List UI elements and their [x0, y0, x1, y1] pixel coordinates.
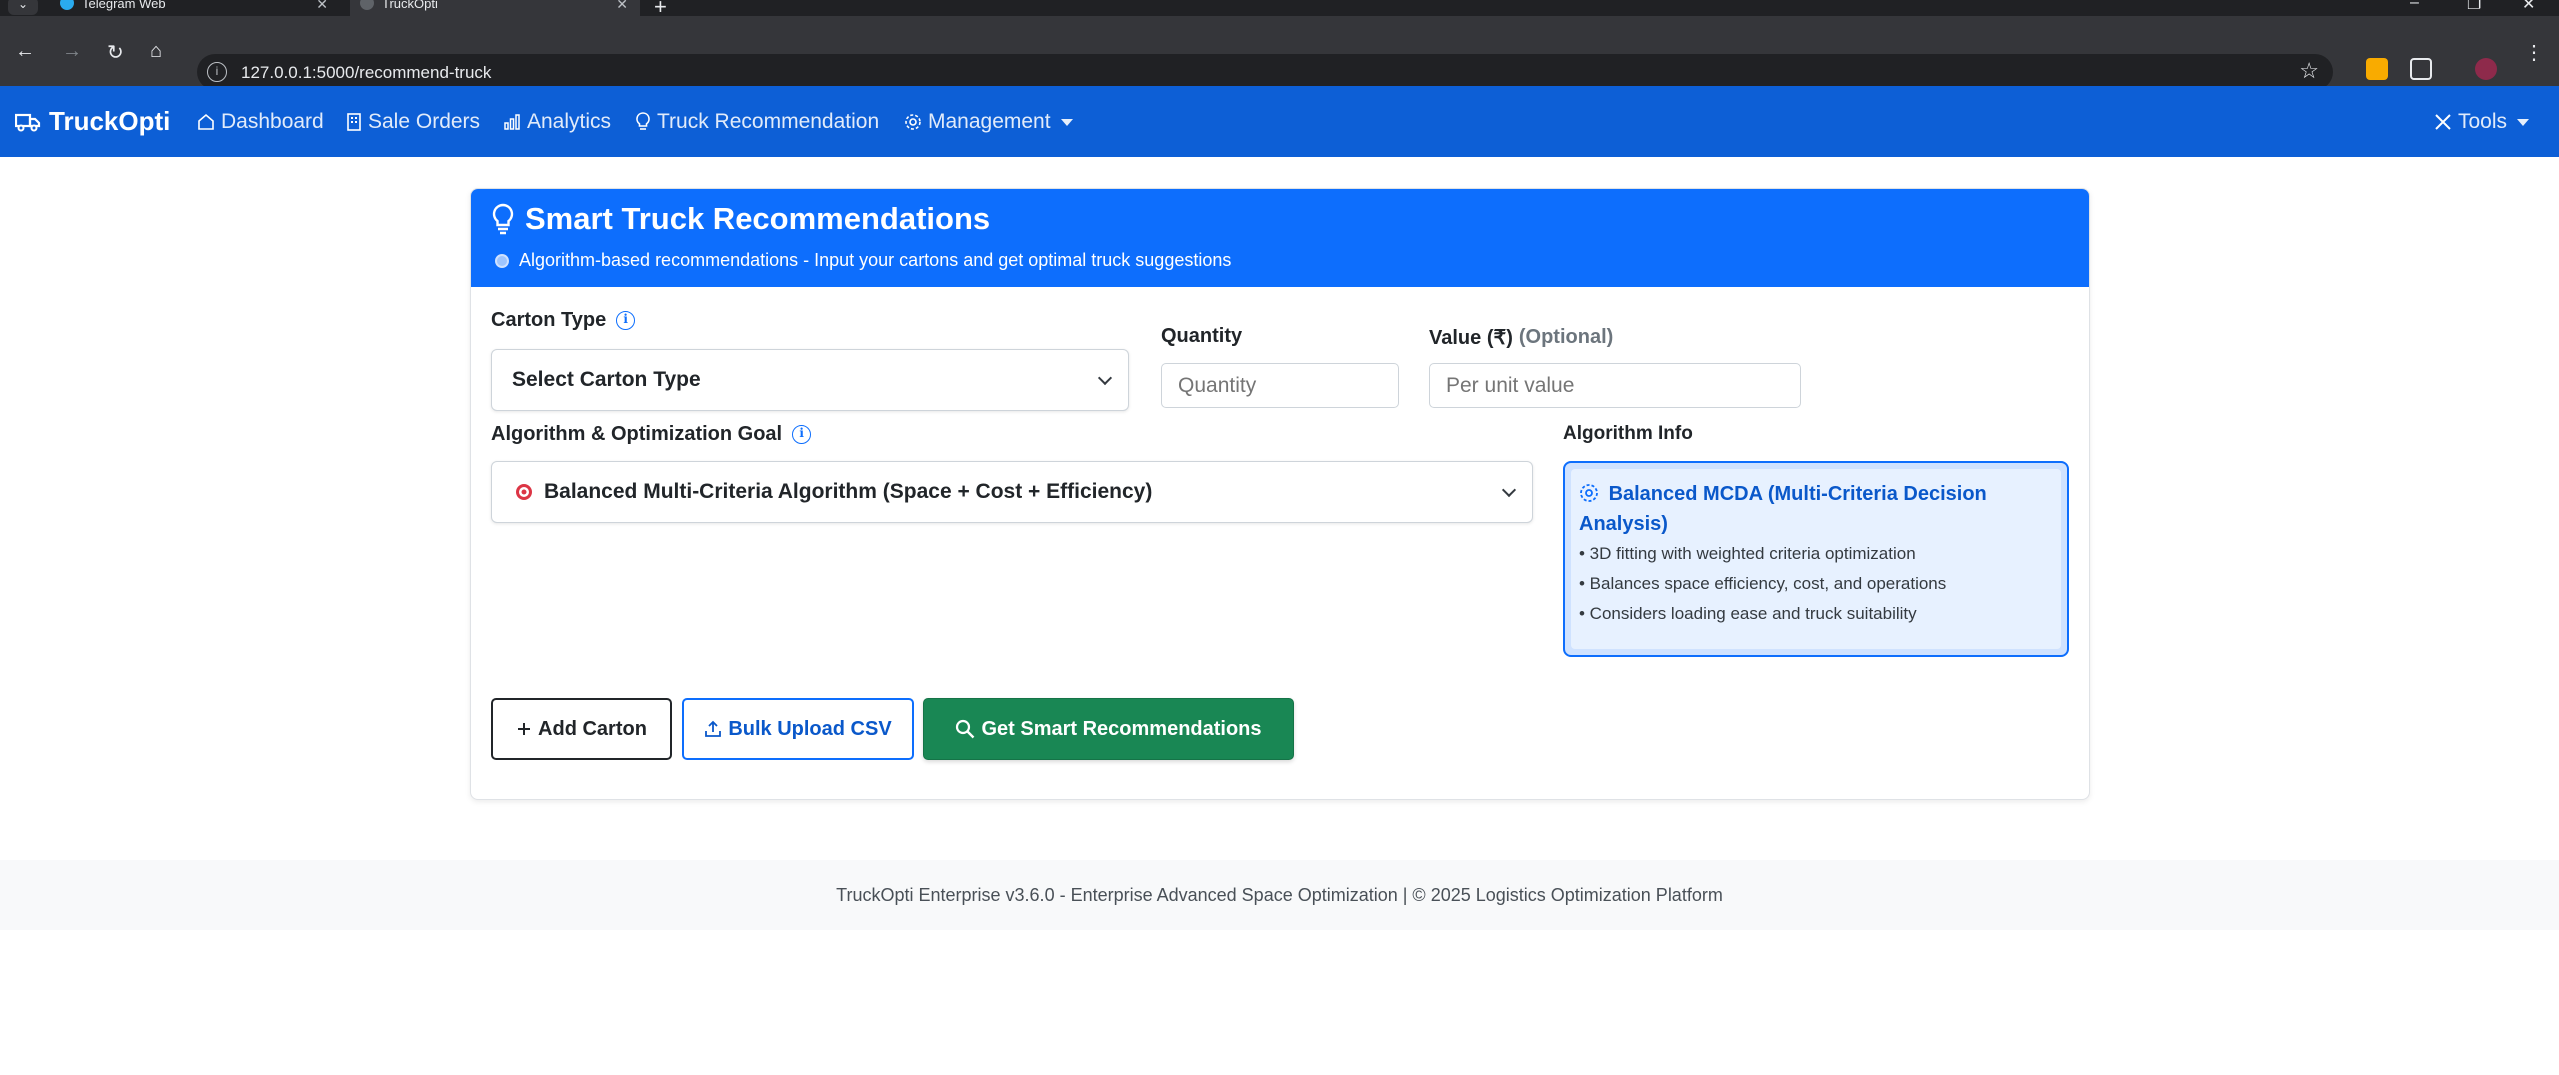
get-recommendations-button[interactable]: Get Smart Recommendations — [923, 698, 1294, 760]
close-window-icon[interactable]: ✕ — [2522, 0, 2535, 14]
algorithm-info-title-text: Balanced MCDA (Multi-Criteria Decision A… — [1579, 483, 1987, 535]
address-bar[interactable]: i 127.0.0.1:5000/recommend-truck ☆ — [197, 54, 2333, 90]
building-icon — [347, 113, 361, 131]
brand-link[interactable]: TruckOpti — [15, 106, 170, 137]
nav-label: Dashboard — [221, 110, 324, 133]
site-info-icon[interactable]: i — [207, 62, 227, 82]
quantity-input[interactable] — [1161, 363, 1399, 408]
nav-truck-recommendation[interactable]: Truck Recommendation — [635, 110, 879, 134]
browser-tab-telegram[interactable]: Telegram Web ✕ — [50, 0, 340, 16]
card-subtitle-text: Algorithm-based recommendations - Input … — [519, 250, 1232, 270]
button-label: Get Smart Recommendations — [981, 717, 1262, 740]
card-subtitle: Algorithm-based recommendations - Input … — [495, 250, 1231, 271]
algorithm-info-body: Balanced MCDA (Multi-Criteria Decision A… — [1571, 469, 2061, 649]
close-icon[interactable]: ✕ — [616, 0, 628, 13]
label-text: Algorithm & Optimization Goal — [491, 423, 783, 445]
extensions-puzzle-icon[interactable] — [2410, 58, 2432, 80]
minimize-icon[interactable]: – — [2410, 0, 2419, 12]
nav-label: Sale Orders — [368, 110, 481, 133]
globe-icon — [360, 0, 374, 10]
truck-icon — [15, 113, 41, 131]
info-icon[interactable]: i — [616, 311, 636, 330]
plus-icon — [518, 723, 531, 735]
back-icon[interactable]: ← — [15, 40, 35, 63]
extension-icon[interactable] — [2366, 58, 2388, 80]
button-label: Bulk Upload CSV — [728, 717, 892, 740]
browser-tabstrip: ⌄ Telegram Web ✕ TruckOpti ✕ + – ❐ ✕ — [0, 0, 2559, 19]
card-header: Smart Truck Recommendations Algorithm-ba… — [471, 189, 2089, 287]
chevron-down-icon — [1060, 118, 1073, 126]
house-icon — [198, 113, 214, 130]
algorithm-info-point: • Considers loading ease and truck suita… — [1579, 604, 1917, 623]
carton-type-label: Carton Type i — [491, 309, 636, 332]
tab-search-button[interactable]: ⌄ — [8, 0, 38, 15]
bookmark-star-icon[interactable]: ☆ — [2299, 58, 2319, 84]
value-label: Value (₹) (Optional) — [1429, 325, 1613, 350]
magnifier-icon — [495, 253, 509, 268]
nav-label: Truck Recommendation — [657, 110, 880, 133]
algorithm-select[interactable]: Balanced Multi-Criteria Algorithm (Space… — [491, 461, 1533, 523]
chevron-down-icon — [2517, 118, 2530, 126]
tab-title: Telegram Web — [82, 0, 166, 11]
carton-type-select[interactable]: Select Carton Type — [491, 349, 1129, 411]
forward-icon[interactable]: → — [62, 40, 82, 63]
nav-analytics[interactable]: Analytics — [503, 110, 611, 134]
nav-label: Tools — [2458, 110, 2508, 133]
lightbulb-icon — [492, 203, 514, 235]
restore-icon[interactable]: ❐ — [2467, 0, 2481, 14]
url-text[interactable]: 127.0.0.1:5000/recommend-truck — [241, 63, 491, 83]
tab-title: TruckOpti — [382, 0, 438, 11]
nav-dashboard[interactable]: Dashboard — [197, 110, 324, 134]
menu-dots-icon[interactable]: ⋮ — [2524, 40, 2544, 65]
add-carton-button[interactable]: Add Carton — [491, 698, 672, 760]
algorithm-value: Balanced Multi-Criteria Algorithm (Space… — [544, 480, 1153, 503]
label-text: Value (₹) — [1429, 327, 1513, 349]
card-title: Smart Truck Recommendations — [491, 201, 990, 237]
algorithm-label: Algorithm & Optimization Goal i — [491, 423, 812, 446]
card-title-text: Smart Truck Recommendations — [525, 201, 991, 236]
gear-icon — [1580, 484, 1598, 502]
browser-toolbar: ← → ↻ ⌂ i 127.0.0.1:5000/recommend-truck… — [0, 16, 2559, 90]
search-icon — [956, 719, 975, 739]
brand-name: TruckOpti — [49, 106, 171, 136]
browser-tab-truckopti[interactable]: TruckOpti ✕ — [350, 0, 640, 16]
home-icon[interactable]: ⌂ — [150, 40, 162, 63]
bar-chart-icon — [504, 114, 520, 130]
quantity-label: Quantity — [1161, 325, 1243, 347]
carton-type-value: Select Carton Type — [512, 368, 701, 391]
recommendation-card: Smart Truck Recommendations Algorithm-ba… — [470, 188, 2090, 800]
chevron-down-icon — [1501, 482, 1517, 498]
info-icon[interactable]: i — [792, 425, 812, 444]
nav-sale-orders[interactable]: Sale Orders — [346, 110, 480, 134]
upload-icon — [705, 720, 722, 737]
bulk-upload-button[interactable]: Bulk Upload CSV — [682, 698, 914, 760]
lightbulb-icon — [636, 112, 650, 130]
value-input[interactable] — [1429, 363, 1801, 408]
nav-tools[interactable]: Tools — [2434, 110, 2530, 134]
nav-label: Management — [928, 110, 1051, 133]
algorithm-info-point: • 3D fitting with weighted criteria opti… — [1579, 544, 1916, 563]
chevron-down-icon — [1097, 370, 1113, 386]
algorithm-info-title: Balanced MCDA (Multi-Criteria Decision A… — [1579, 479, 2053, 539]
nav-management[interactable]: Management — [904, 110, 1073, 134]
profile-avatar[interactable] — [2475, 58, 2497, 80]
button-label: Add Carton — [538, 717, 647, 740]
target-icon — [516, 484, 532, 500]
label-text: Carton Type — [491, 309, 607, 331]
reload-icon[interactable]: ↻ — [107, 40, 124, 65]
gear-icon — [905, 114, 921, 130]
algorithm-info-point: • Balances space efficiency, cost, and o… — [1579, 574, 1947, 593]
close-icon[interactable]: ✕ — [316, 0, 328, 13]
telegram-icon — [60, 0, 74, 10]
tools-icon — [2435, 114, 2451, 130]
nav-label: Analytics — [527, 110, 612, 133]
algorithm-info-label: Algorithm Info — [1563, 423, 1693, 444]
app-navbar: TruckOpti Dashboard Sale Orders Analytic… — [0, 86, 2559, 157]
algorithm-info-panel: Balanced MCDA (Multi-Criteria Decision A… — [1563, 461, 2069, 657]
page-footer: TruckOpti Enterprise v3.6.0 - Enterprise… — [0, 860, 2559, 930]
optional-text: (Optional) — [1518, 326, 1614, 348]
